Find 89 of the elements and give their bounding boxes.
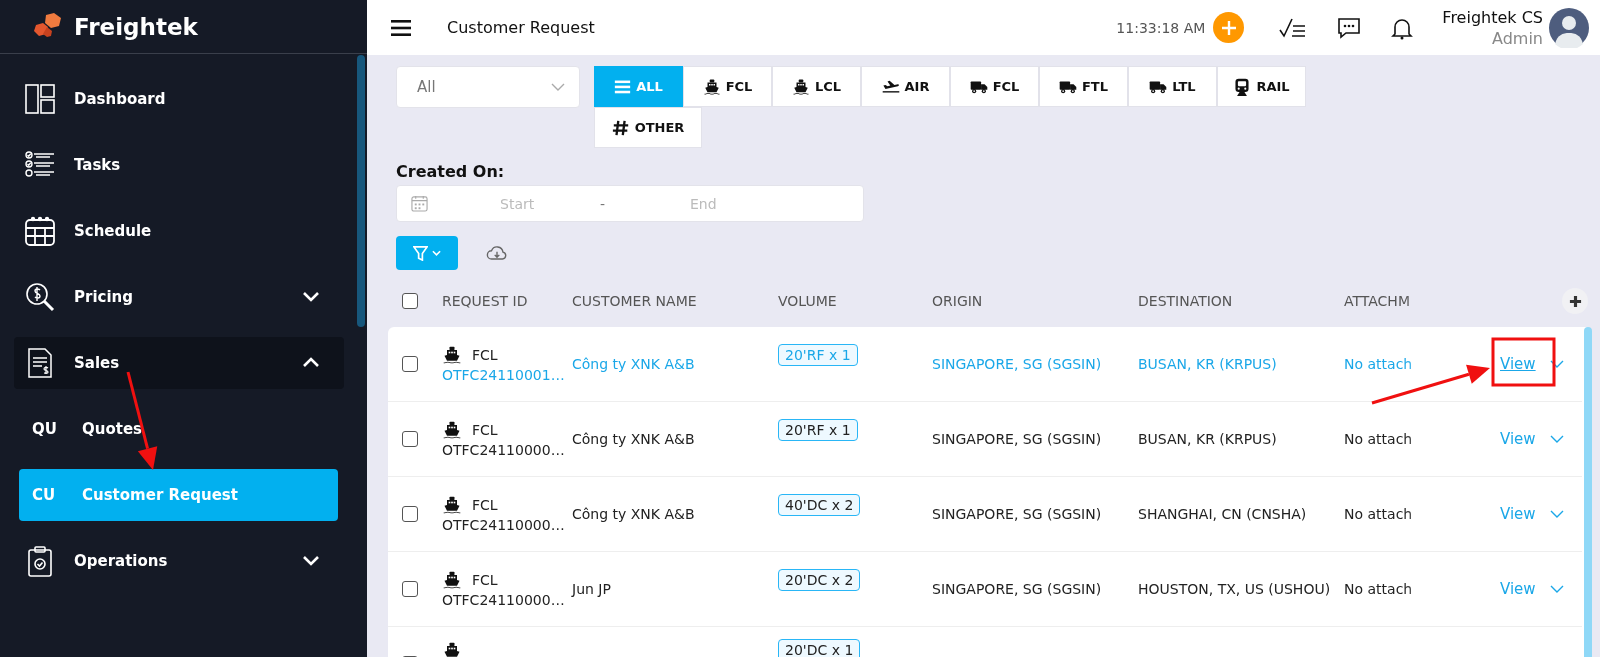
checkbox[interactable] [402, 293, 418, 309]
volume-tag: 20'DC x 2 [778, 569, 861, 591]
calendar-icon [411, 195, 428, 212]
sidebar-item[interactable]: Pricing [14, 271, 344, 323]
hash-icon [611, 118, 630, 137]
chevron-down-icon[interactable] [1549, 435, 1564, 443]
chevron-down-icon[interactable] [1549, 510, 1564, 518]
mode-label: FCL [472, 347, 498, 363]
caret-icon [432, 250, 441, 256]
calendar-icon [24, 215, 56, 247]
ship-icon [442, 345, 462, 365]
user-name: Freightek CS [1442, 6, 1543, 28]
table-cell-text: SINGAPORE, SG (SGSIN) [932, 431, 1103, 447]
add-column-button[interactable] [1562, 288, 1588, 314]
sidebar-item[interactable]: Schedule [14, 205, 344, 257]
sidebar-subitem[interactable]: QU Quotes [19, 403, 338, 455]
date-range-field[interactable]: Start - End [396, 185, 864, 222]
checkbox[interactable] [402, 356, 418, 372]
clock-time: 11:33:18 AM [1116, 19, 1206, 36]
page-title: Customer Request [447, 18, 596, 37]
table-cell-text: Công ty XNK A&B [572, 506, 696, 522]
ship-icon [442, 570, 462, 590]
highlight-box [1491, 337, 1556, 387]
cloud-download-icon[interactable] [486, 244, 508, 262]
table-cell-text: No attach [1344, 431, 1414, 447]
mode-label: FCL [472, 572, 498, 588]
table-cell-text: Jun JP [572, 581, 612, 597]
mode-label: FCL [472, 497, 498, 513]
table-cell-text: HOUSTON, TX, US (USHOU) [1138, 581, 1332, 597]
column-header[interactable]: CUSTOMER NAME [572, 293, 778, 309]
table-cell-text: No attach [1344, 356, 1414, 372]
table-cell-text: OTFC24110000… [442, 442, 566, 458]
sidebar-item[interactable]: Operations [14, 535, 344, 587]
mode-tab[interactable]: FCL [950, 66, 1039, 107]
table-cell-text: SINGAPORE, SG (SGSIN) [932, 506, 1103, 522]
mode-tab[interactable]: FTL [1039, 66, 1128, 107]
table-cell-text: OTFC24110000… [442, 517, 566, 533]
mode-tab[interactable]: LCL [772, 66, 861, 107]
price-search-icon [24, 281, 56, 313]
chat-icon[interactable] [1337, 16, 1362, 39]
plus-icon [1568, 294, 1582, 308]
scrollbar[interactable] [1584, 327, 1592, 657]
chevron-down-icon[interactable] [1549, 585, 1564, 593]
checklist-icon[interactable] [1279, 16, 1308, 39]
column-header[interactable]: REQUEST ID [442, 293, 572, 309]
dashboard-icon [24, 83, 56, 115]
table-cell-text: SHANGHAI, CN (CNSHA) [1138, 506, 1308, 522]
mode-label: FCL [472, 422, 498, 438]
avatar-icon[interactable] [1549, 7, 1589, 48]
brand-name: Freightek [74, 13, 198, 40]
mode-tab[interactable]: RAIL [1217, 66, 1306, 107]
ship-icon [442, 495, 462, 515]
mode-tab[interactable]: FCL [683, 66, 772, 107]
table-cell-text: OTFC24110000… [442, 592, 566, 608]
table-cell-text: SINGAPORE, SG (SGSIN) [932, 581, 1103, 597]
field-label: Created On: [396, 162, 506, 181]
column-header[interactable]: VOLUME [778, 293, 932, 309]
mode-tab[interactable]: OTHER [594, 107, 702, 148]
type-dropdown[interactable]: All [396, 66, 580, 108]
sidebar-item[interactable]: Sales [14, 337, 344, 389]
list-icon [614, 78, 632, 95]
volume-tag: 20'DC x 1 [778, 639, 861, 657]
volume-tag: 20'RF x 1 [778, 344, 858, 366]
volume-tag: 40'DC x 2 [778, 494, 861, 516]
plus-icon [1220, 19, 1237, 36]
checkbox[interactable] [402, 506, 418, 522]
checkbox[interactable] [402, 581, 418, 597]
column-header[interactable]: DESTINATION [1138, 293, 1344, 309]
menu-icon[interactable] [391, 19, 411, 36]
table-cell-text: No attach [1344, 581, 1414, 597]
mode-tab[interactable]: LTL [1128, 66, 1217, 107]
sidebar-item[interactable]: Dashboard [14, 73, 344, 125]
scrollbar[interactable] [357, 55, 365, 327]
chevron-down-icon[interactable] [1549, 360, 1564, 368]
filter-icon [413, 245, 428, 261]
checkbox[interactable] [402, 431, 418, 447]
volume-tag: 20'RF x 1 [778, 419, 858, 441]
user-role: Admin [1492, 27, 1543, 49]
table-cell-text: Công ty XNK A&B [572, 431, 696, 447]
train-icon [1233, 77, 1252, 96]
table-row[interactable]: 20'DC x 1 [388, 627, 1582, 657]
caret-icon [551, 83, 565, 91]
table-cell-text: No attach [1344, 506, 1414, 522]
column-header[interactable]: ORIGIN [932, 293, 1138, 309]
table-cell-text: BUSAN, KR (KRPUS) [1138, 431, 1278, 447]
ship-icon [442, 420, 462, 440]
mode-tab[interactable]: AIR [861, 66, 950, 107]
sidebar-item[interactable]: Tasks [14, 139, 344, 191]
column-header[interactable]: ATTACHM [1344, 293, 1444, 309]
